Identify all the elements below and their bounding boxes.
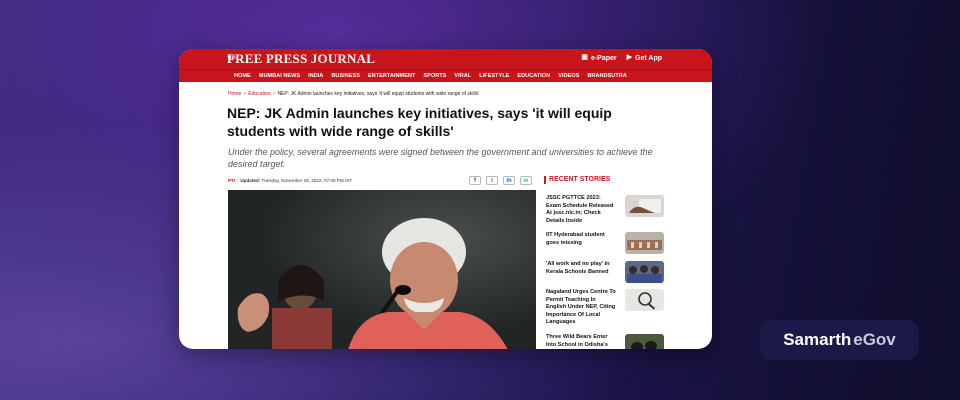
story-thumbnail: [625, 195, 664, 217]
updated-label: Updated:: [240, 178, 261, 183]
hero-photo-illustration: [228, 190, 536, 349]
story-thumbnail: [625, 232, 664, 254]
recent-story-item[interactable]: 'All work and no play' in Kerala Schools…: [546, 261, 664, 283]
recent-story-item[interactable]: Nagaland Urges Centre To Permit Teaching…: [546, 289, 664, 327]
linkedin-share-icon[interactable]: in: [503, 176, 515, 185]
author-name[interactable]: PTI: [228, 178, 235, 183]
breadcrumb-section[interactable]: Education: [248, 91, 270, 97]
story-thumbnail: [625, 289, 664, 311]
story-thumbnail: [625, 334, 664, 349]
whatsapp-share-icon[interactable]: w: [520, 176, 532, 185]
breadcrumb-home[interactable]: Home: [228, 91, 241, 97]
nav-item-lifestyle[interactable]: LIFESTYLE: [475, 70, 513, 82]
recent-stories-heading: RECENT STORIES: [544, 176, 664, 184]
article-byline: PTI | Updated: Tuesday, November 29, 2022,…: [228, 178, 352, 183]
header-actions: ▣ e-Paper ▶ Get App: [581, 54, 662, 62]
get-app-link[interactable]: ▶ Get App: [627, 54, 662, 62]
nav-item-entertainment[interactable]: ENTERTAINMENT: [364, 70, 419, 82]
main-nav: HOME MUMBAI NEWS INDIA BUSINESS ENTERTAI…: [179, 69, 712, 82]
samarth-egov-brand: Samarth eGov: [760, 320, 919, 360]
logo-small-text: THE: [227, 55, 237, 60]
article-hero-image: [228, 190, 536, 349]
byline-divider: |: [237, 178, 239, 183]
story-thumbnail: [625, 261, 664, 283]
nav-item-business[interactable]: BUSINESS: [327, 70, 364, 82]
site-logo[interactable]: THE FREE PRESS JOURNAL: [227, 52, 375, 66]
nav-item-india[interactable]: INDIA: [304, 70, 327, 82]
brand-name-part2: eGov: [853, 330, 896, 349]
logo-text: FREE PRESS JOURNAL: [227, 51, 376, 66]
article-subhead: Under the policy, several agreements wer…: [228, 147, 653, 169]
recent-stories-sidebar: RECENT STORIES JSSC PGTTCE 2023: Exam Sc…: [544, 176, 664, 349]
site-header: THE FREE PRESS JOURNAL ▣ e-Paper ▶ Get A…: [179, 49, 712, 69]
phone-icon: ▶: [626, 54, 633, 61]
nav-item-brandsutra[interactable]: BRANDSUTRA: [583, 70, 630, 82]
nav-item-home[interactable]: HOME: [230, 70, 255, 82]
story-title: Nagaland Urges Centre To Permit Teaching…: [546, 289, 616, 325]
get-app-label: Get App: [635, 54, 662, 62]
breadcrumb-current: NEP: JK Admin launches key initiatives, …: [277, 91, 480, 97]
newspaper-icon: ▣: [581, 54, 588, 61]
updated-date: Tuesday, November 29, 2022, 07:00 PM IST: [261, 178, 353, 183]
epaper-link[interactable]: ▣ e-Paper: [581, 54, 616, 62]
story-title: JSSC PGTTCE 2023: Exam Schedule Released…: [546, 195, 614, 224]
nav-item-videos[interactable]: VIDEOS: [554, 70, 583, 82]
epaper-label: e-Paper: [590, 54, 617, 62]
story-title: IIT Hyderabad student goes missing: [546, 232, 605, 246]
recent-story-item[interactable]: IIT Hyderabad student goes missing: [546, 232, 664, 254]
story-title: 'All work and no play' in Kerala Schools…: [546, 261, 610, 275]
nav-item-sports[interactable]: SPORTS: [419, 70, 450, 82]
nav-item-mumbai-news[interactable]: MUMBAI NEWS: [255, 70, 304, 82]
facebook-share-icon[interactable]: f: [469, 176, 481, 185]
article-headline: NEP: JK Admin launches key initiatives, …: [227, 105, 612, 139]
breadcrumb-separator: >: [243, 91, 247, 97]
browser-card: THE FREE PRESS JOURNAL ▣ e-Paper ▶ Get A…: [179, 49, 712, 349]
breadcrumb: Home > Education > NEP: JK Admin launches ke…: [228, 91, 479, 97]
nav-item-viral[interactable]: VIRAL: [450, 70, 475, 82]
share-buttons: f t in w: [469, 176, 532, 185]
brand-name-part1: Samarth: [783, 330, 852, 349]
breadcrumb-separator: >: [272, 91, 276, 97]
story-title: Three Wild Bears Enter Into School in Od…: [546, 334, 608, 348]
nav-item-education[interactable]: EDUCATION: [513, 70, 554, 82]
recent-story-item[interactable]: Three Wild Bears Enter Into School in Od…: [546, 334, 664, 349]
twitter-share-icon[interactable]: t: [486, 176, 498, 185]
recent-story-item[interactable]: JSSC PGTTCE 2023: Exam Schedule Released…: [546, 195, 664, 225]
